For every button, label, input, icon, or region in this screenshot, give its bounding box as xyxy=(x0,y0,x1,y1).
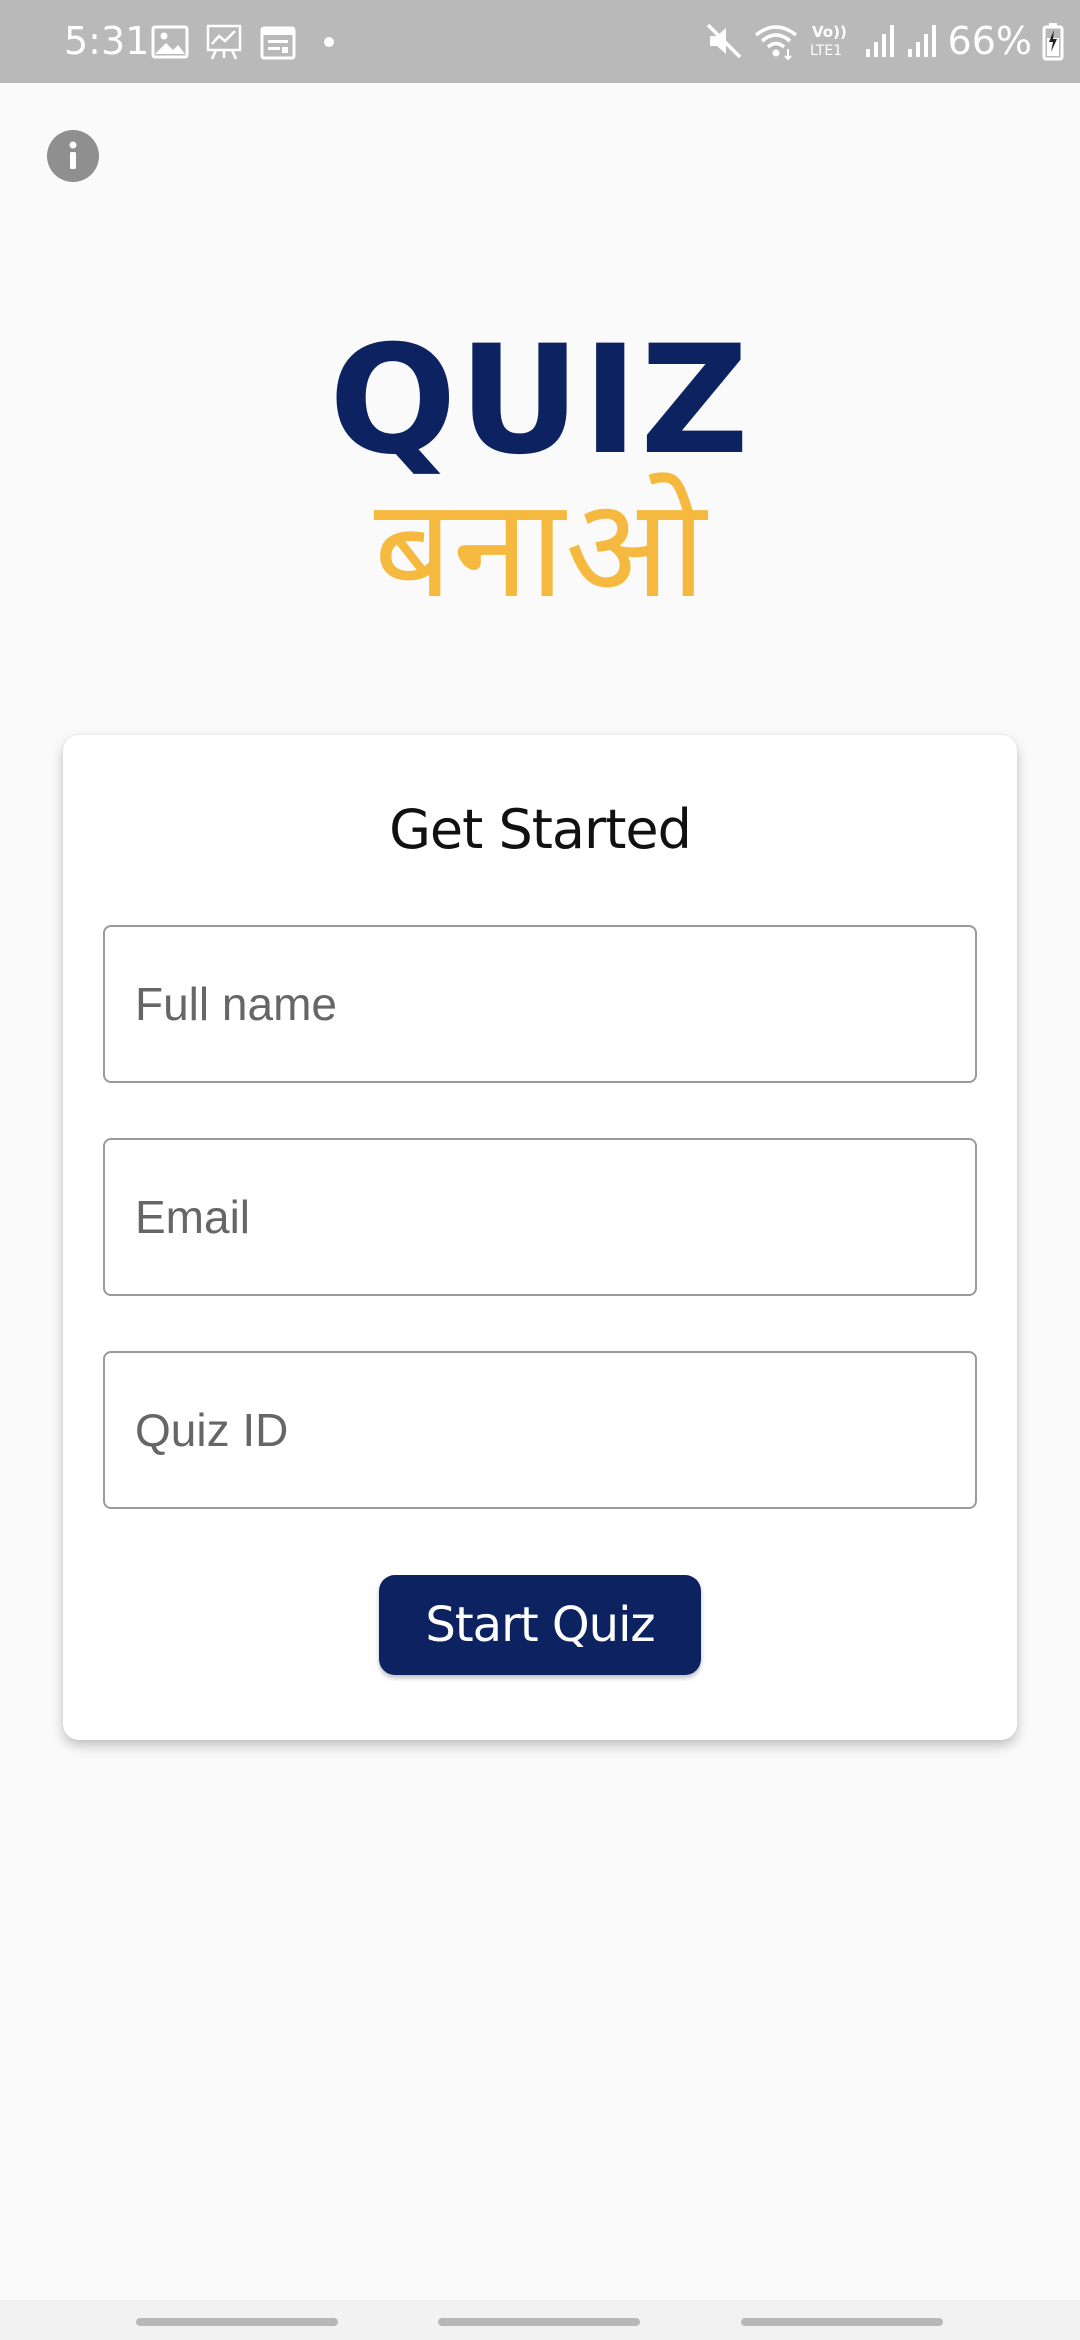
email-input[interactable] xyxy=(103,1138,977,1296)
info-icon xyxy=(69,141,77,169)
logo-subtitle: बनाओ xyxy=(373,468,707,629)
mute-icon xyxy=(706,23,741,59)
nav-home-button[interactable] xyxy=(438,2318,640,2326)
svg-text:Vo)): Vo)) xyxy=(812,23,847,41)
gallery-icon xyxy=(151,25,189,59)
navigation-bar xyxy=(0,2300,1080,2340)
signal-icon xyxy=(907,25,936,57)
nav-recents-button[interactable] xyxy=(136,2318,338,2326)
status-bar: 5:31 Vo)) LTE1 66% xyxy=(0,0,1080,83)
volte-icon: Vo)) LTE1 xyxy=(810,23,847,59)
status-time: 5:31 xyxy=(64,19,150,63)
calendar-icon xyxy=(260,26,296,60)
full-name-input[interactable] xyxy=(103,925,977,1083)
battery-percent: 66% xyxy=(947,19,1032,63)
signal-icon xyxy=(865,25,894,57)
info-button[interactable] xyxy=(47,130,99,182)
wifi-icon xyxy=(754,25,797,61)
notification-icons xyxy=(150,22,334,62)
app-logo: QUIZ बनाओ xyxy=(0,316,1080,624)
start-quiz-button[interactable]: Start Quiz xyxy=(379,1575,701,1675)
svg-text:LTE1: LTE1 xyxy=(810,43,842,59)
get-started-card: Get Started Start Quiz xyxy=(63,735,1017,1740)
logo-title: QUIZ xyxy=(329,314,751,488)
card-title: Get Started xyxy=(389,798,692,861)
battery-icon xyxy=(1042,23,1064,61)
nav-back-button[interactable] xyxy=(741,2318,943,2326)
quiz-id-input[interactable] xyxy=(103,1351,977,1509)
chart-icon xyxy=(206,24,242,60)
system-icons: Vo)) LTE1 66% xyxy=(704,18,1064,64)
notification-dot xyxy=(324,37,334,47)
